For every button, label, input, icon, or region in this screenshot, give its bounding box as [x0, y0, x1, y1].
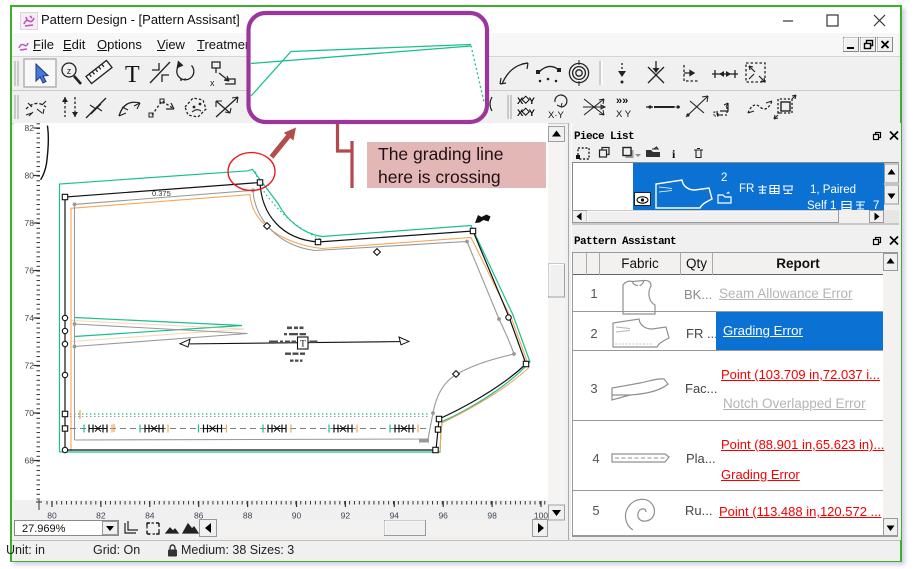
svg-text:78: 78 — [25, 218, 35, 228]
svg-text:z: z — [67, 66, 72, 76]
svg-text:72: 72 — [25, 361, 35, 371]
svg-text:X Y: X Y — [517, 96, 536, 107]
svg-text:X Y: X Y — [517, 108, 536, 119]
svg-text:T: T — [300, 340, 306, 350]
svg-text:74: 74 — [25, 313, 35, 323]
svg-text:i: i — [672, 147, 676, 161]
svg-text:X Y: X Y — [616, 109, 632, 120]
svg-text:x: x — [210, 78, 215, 88]
svg-text:68: 68 — [25, 456, 35, 466]
svg-text:X·Y: X·Y — [548, 110, 565, 121]
svg-text:»»: »» — [616, 95, 628, 107]
svg-text:70: 70 — [25, 408, 35, 418]
svg-text:0.375: 0.375 — [152, 189, 171, 198]
svg-text:82: 82 — [25, 123, 35, 133]
svg-text:80: 80 — [25, 171, 35, 181]
svg-text:T: T — [125, 62, 140, 88]
svg-text:76: 76 — [25, 266, 35, 276]
